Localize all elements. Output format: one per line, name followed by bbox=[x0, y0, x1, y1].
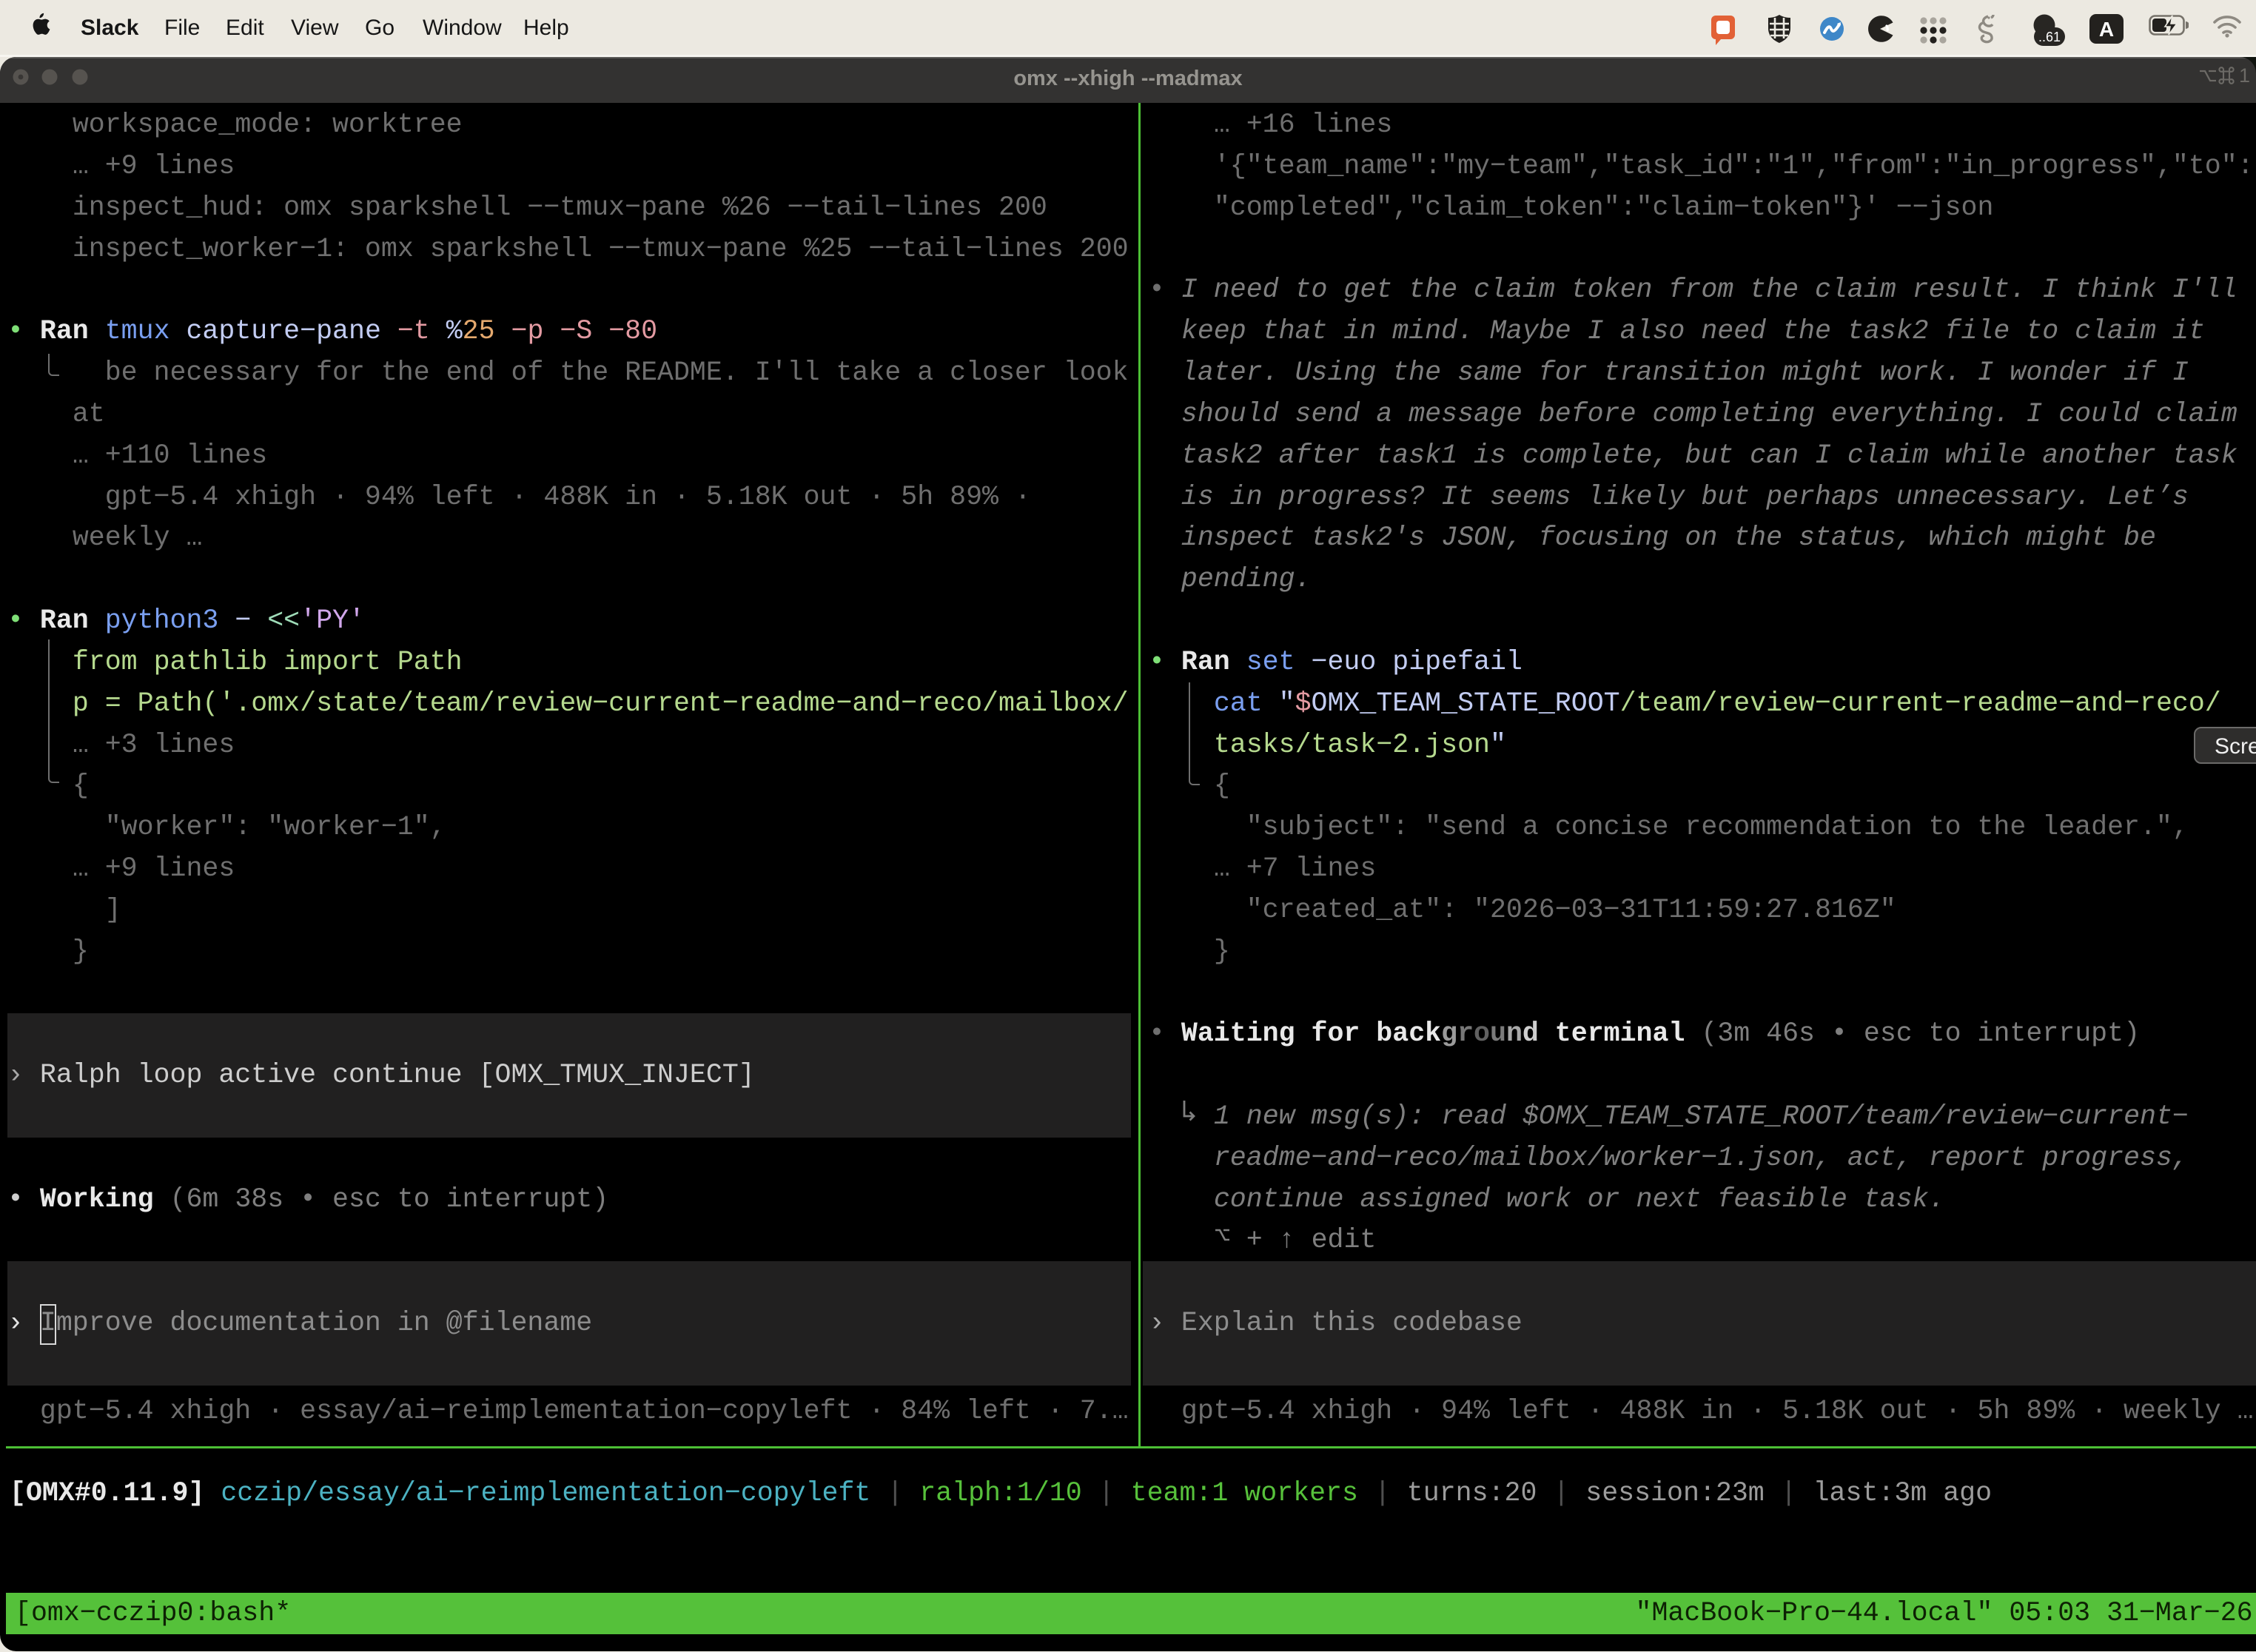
svg-text:A: A bbox=[2099, 18, 2114, 41]
svg-text:..61: ..61 bbox=[2038, 30, 2061, 44]
